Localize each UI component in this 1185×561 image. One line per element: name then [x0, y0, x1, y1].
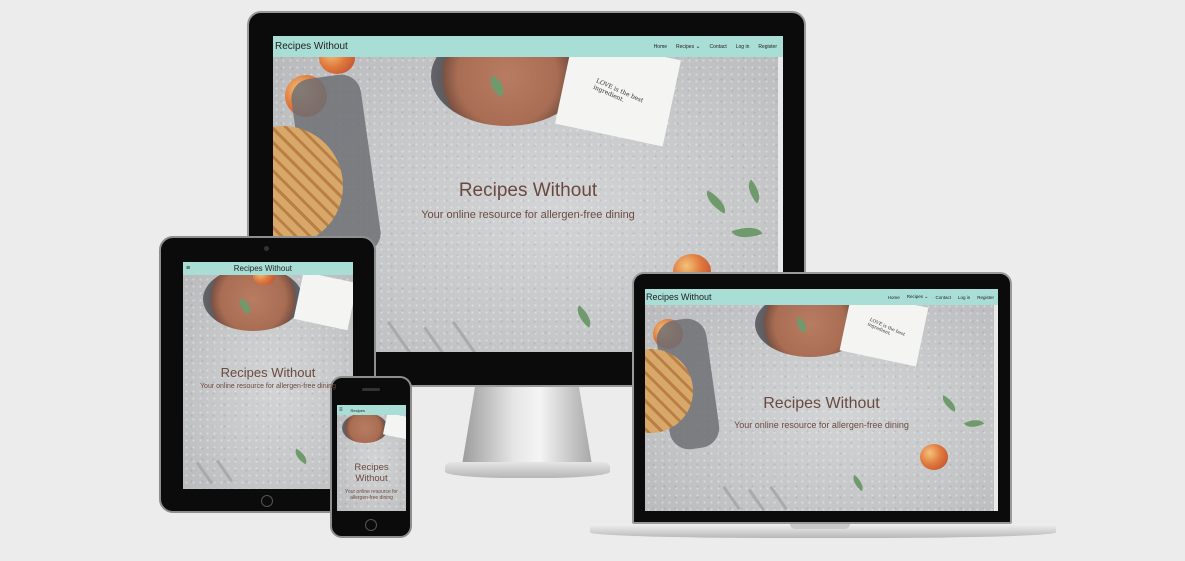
chevron-down-icon: ⌄	[695, 44, 701, 50]
phone-screen: ≡ Recipes Recipes Without Your online re…	[337, 405, 406, 511]
laptop-hero-title: Recipes Without	[763, 395, 880, 412]
nav-login[interactable]: Log in	[958, 295, 970, 300]
monitor-stand	[462, 387, 592, 465]
plate-image	[342, 413, 388, 443]
hamburger-icon[interactable]: ≡	[186, 265, 190, 272]
nav-register[interactable]: Register	[977, 295, 994, 300]
phone-brand[interactable]: Recipes	[351, 408, 365, 413]
desktop-hero-subtitle: Your online resource for allergen-free d…	[421, 209, 635, 221]
laptop-nav-links: Home Recipes ⌄ Contact Log in Register	[888, 294, 994, 300]
nav-recipes[interactable]: Recipes ⌄	[907, 294, 929, 300]
desktop-brand[interactable]: Recipes Without	[275, 41, 348, 52]
nav-register[interactable]: Register	[758, 44, 777, 50]
nav-recipes[interactable]: Recipes ⌄	[676, 43, 701, 50]
hamburger-icon[interactable]: ≡	[339, 407, 343, 413]
nav-contact[interactable]: Contact	[935, 295, 951, 300]
monitor-base	[445, 462, 610, 478]
tablet-home-button	[261, 495, 273, 507]
napkin-text: LOVE is the best ingredient.	[866, 317, 906, 338]
desktop-nav-links: Home Recipes ⌄ Contact Log in Register	[654, 43, 777, 51]
nav-home[interactable]: Home	[654, 44, 667, 50]
desktop-hero-title: Recipes Without	[458, 180, 598, 201]
laptop-hero-subtitle: Your online resource for allergen-free d…	[734, 420, 909, 430]
apple-image	[920, 444, 948, 470]
nav-login[interactable]: Log in	[736, 44, 750, 50]
phone-speaker	[362, 388, 380, 391]
tablet-brand[interactable]: Recipes Without	[234, 264, 292, 273]
tablet-navbar: ≡ Recipes Without	[183, 262, 353, 275]
napkin-text: LOVE is the best ingredient.	[592, 77, 645, 105]
tablet-hero-subtitle: Your online resource for allergen-free d…	[200, 383, 336, 390]
tablet-camera	[264, 246, 269, 251]
laptop-notch	[790, 524, 850, 529]
laptop-brand[interactable]: Recipes Without	[646, 292, 712, 302]
phone-hero-title: Recipes Without	[354, 462, 389, 484]
desktop-navbar: Recipes Without Home Recipes ⌄ Contact L…	[273, 36, 783, 57]
chevron-down-icon: ⌄	[924, 294, 929, 300]
laptop-navbar: Recipes Without Home Recipes ⌄ Contact L…	[645, 289, 998, 305]
tablet-hero-title: Recipes Without	[220, 365, 316, 380]
tablet-screen: ≡ Recipes Without Recipes Without Your o…	[183, 262, 353, 489]
phone-home-button	[365, 519, 377, 531]
nav-home[interactable]: Home	[888, 295, 900, 300]
laptop-screen: Recipes Without Home Recipes ⌄ Contact L…	[645, 289, 998, 511]
phone-hero-subtitle: Your online resource for allergen-free d…	[345, 489, 398, 501]
phone-navbar: ≡ Recipes	[337, 405, 406, 415]
nav-contact[interactable]: Contact	[710, 44, 727, 50]
